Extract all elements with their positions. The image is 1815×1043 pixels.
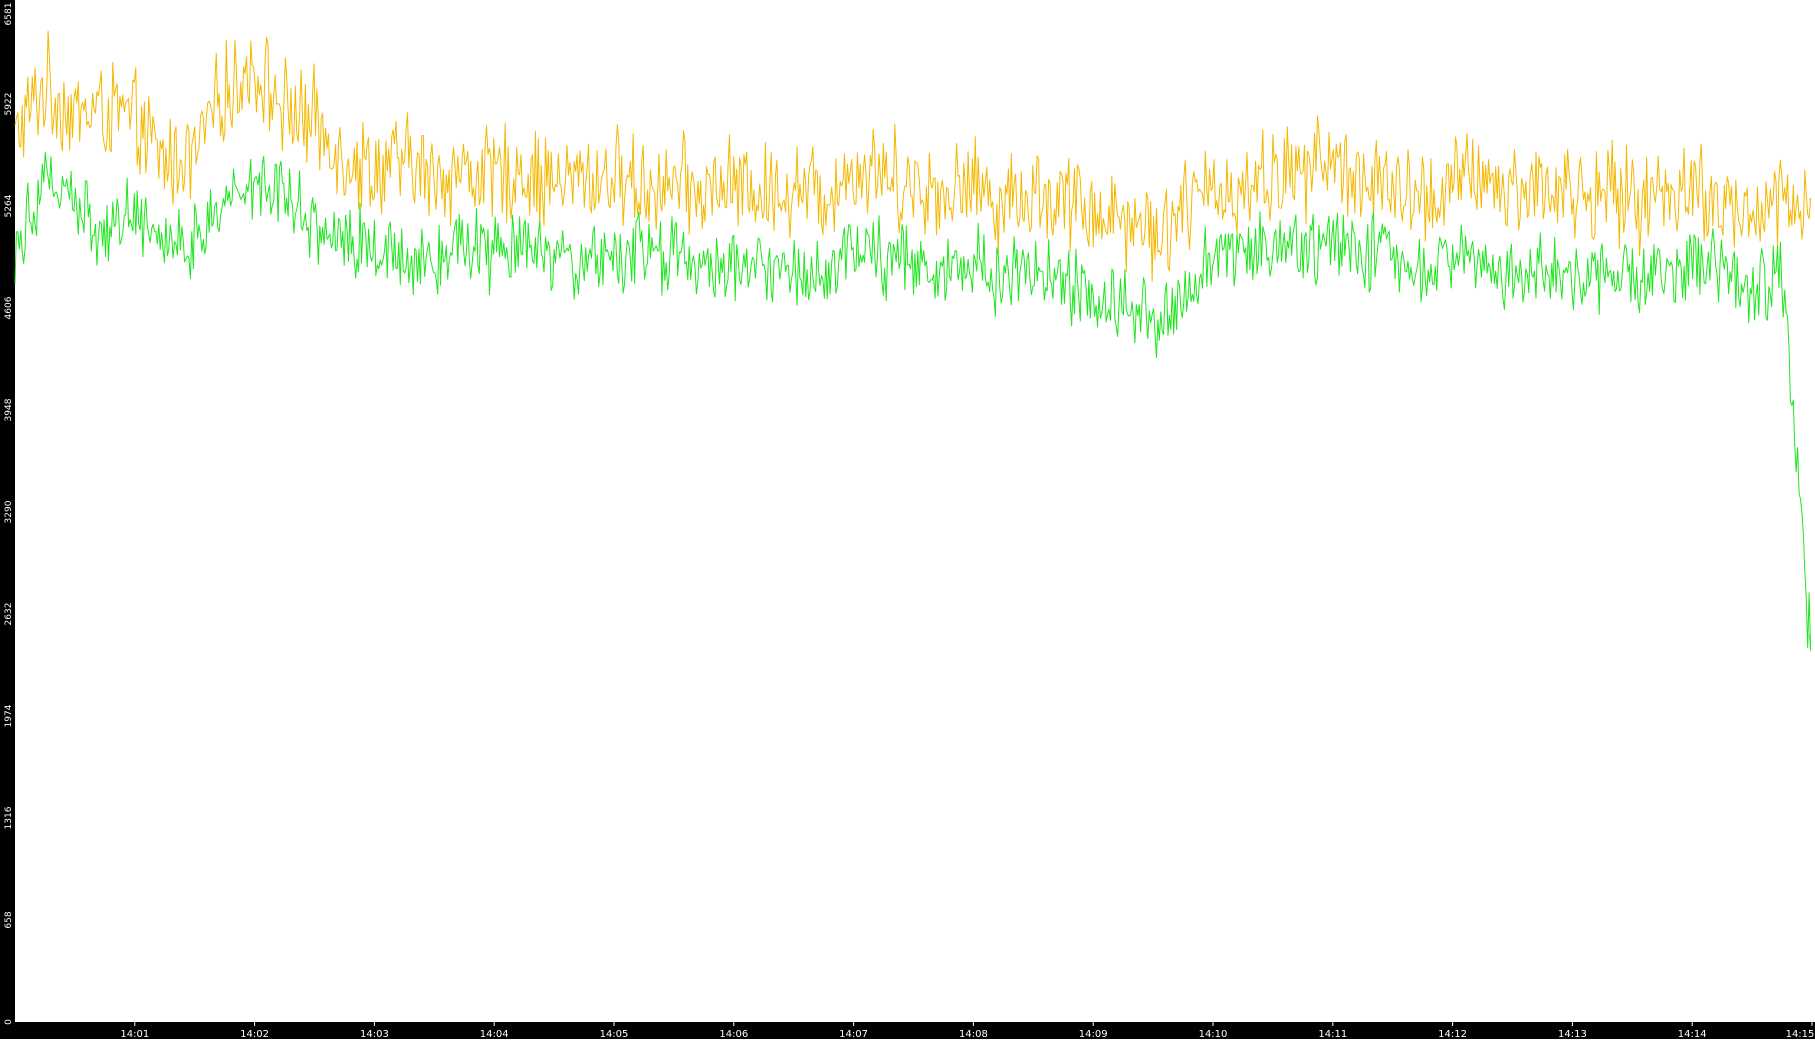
x-tick-label: 14:05 [600, 1029, 629, 1039]
x-tick-label: 14:14 [1678, 1029, 1707, 1039]
y-tick-label: 4606 [4, 296, 14, 319]
x-tick-label: 14:02 [240, 1029, 269, 1039]
chart-svg: 0 658 1316 1974 2632 3290 3948 4606 5264 5922 6581… [0, 0, 1815, 1040]
x-tick-label: 14:11 [1318, 1029, 1347, 1039]
series-layer [14, 30, 1812, 651]
x-tick-label: 14:13 [1558, 1029, 1587, 1039]
y-tick-label: 1974 [4, 704, 14, 727]
x-tick-label: 14:01 [120, 1029, 149, 1039]
series-line [14, 152, 1812, 651]
y-tick-label: 2632 [4, 603, 14, 626]
x-tick-label: 14:06 [719, 1029, 748, 1039]
x-tick-label: 14:03 [360, 1029, 389, 1039]
y-tick-label: 3290 [4, 500, 14, 523]
y-tick-label: 658 [4, 911, 14, 928]
x-tick-label: 14:08 [959, 1029, 988, 1039]
y-tick-label: 5922 [4, 93, 14, 116]
y-tick-label: 6581 [4, 3, 14, 26]
x-tick-label: 14:12 [1438, 1029, 1467, 1039]
x-tick-label: 14:09 [1079, 1029, 1108, 1039]
y-tick-label: 1316 [4, 806, 14, 829]
x-tick-label: 14:10 [1199, 1029, 1228, 1039]
x-tick-label: 14:07 [839, 1029, 868, 1039]
x-tick-label: 14:04 [480, 1029, 509, 1039]
line-chart: 0 658 1316 1974 2632 3290 3948 4606 5264 5922 6581… [0, 0, 1815, 1040]
y-tick-label: 5264 [4, 194, 14, 217]
x-tick-label: 14:15 [1786, 1029, 1815, 1039]
x-axis-band [0, 1022, 1815, 1039]
y-tick-label: 3948 [4, 398, 14, 421]
y-tick-label: 0 [4, 1019, 14, 1025]
